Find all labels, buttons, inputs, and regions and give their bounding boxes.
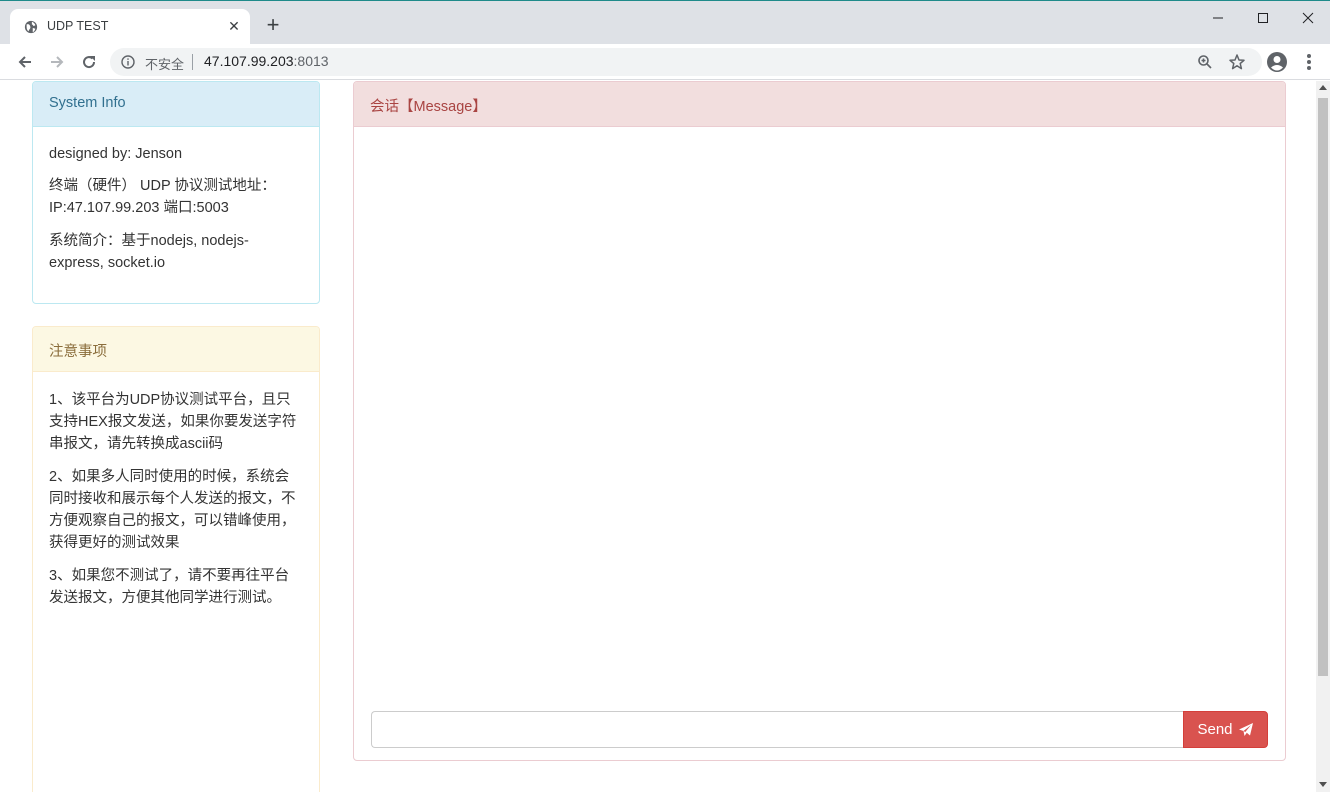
browser-menu-icon[interactable]	[1300, 52, 1318, 72]
notes-heading: 注意事项	[33, 327, 319, 372]
scrollbar-thumb[interactable]	[1318, 98, 1328, 676]
system-info-heading: System Info	[33, 82, 319, 127]
scroll-down-arrow-icon[interactable]	[1319, 782, 1327, 787]
udp-address-text: 终端（硬件） UDP 协议测试地址： IP:47.107.99.203 端口:5…	[49, 175, 303, 219]
info-icon[interactable]	[121, 55, 135, 69]
profile-icon[interactable]	[1266, 51, 1288, 73]
designed-by-text: designed by: Jenson	[49, 146, 183, 162]
new-tab-button[interactable]: +	[262, 14, 284, 37]
system-info-panel: System Info designed by: Jenson 终端（硬件） U…	[32, 81, 320, 304]
page-viewport: System Info designed by: Jenson 终端（硬件） U…	[0, 81, 1316, 792]
zoom-icon[interactable]	[1197, 54, 1213, 70]
scroll-up-arrow-icon[interactable]	[1319, 85, 1327, 90]
tab-close-icon[interactable]: ✕	[225, 17, 243, 35]
url-host: 47.107.99.203	[204, 53, 294, 69]
browser-toolbar: 不安全 47.107.99.203:8013	[0, 44, 1330, 80]
back-button[interactable]	[13, 50, 37, 74]
note-item: 1、该平台为UDP协议测试平台，且只支持HEX报文发送，如果你要发送字符串报文，…	[49, 392, 297, 452]
minimize-icon	[1213, 17, 1223, 19]
notes-body: 1、该平台为UDP协议测试平台，且只支持HEX报文发送，如果你要发送字符串报文，…	[33, 372, 319, 636]
system-info-body: designed by: Jenson 终端（硬件） UDP 协议测试地址： I…	[33, 127, 319, 301]
star-icon[interactable]	[1228, 53, 1246, 71]
message-heading: 会话【Message】	[354, 82, 1285, 127]
url-text[interactable]: 47.107.99.203:8013	[204, 53, 329, 69]
address-bar[interactable]: 不安全 47.107.99.203:8013	[110, 48, 1262, 76]
window-maximize-button[interactable]	[1240, 7, 1286, 29]
window-minimize-button[interactable]	[1195, 7, 1241, 29]
note-item: 3、如果您不测试了，请不要再往平台发送报文，方便其他同学进行测试。	[49, 568, 290, 606]
window-close-button[interactable]	[1285, 7, 1330, 29]
send-button-label: Send	[1197, 721, 1233, 738]
arrow-left-icon	[18, 56, 31, 68]
system-intro-text: 系统简介：基于nodejs, nodejs-express, socket.io	[49, 233, 249, 271]
notes-panel: 注意事项 1、该平台为UDP协议测试平台，且只支持HEX报文发送，如果你要发送字…	[32, 326, 320, 792]
globe-icon	[24, 20, 38, 34]
forward-button[interactable]	[45, 50, 69, 74]
reload-icon	[83, 56, 96, 69]
udp-address-value: IP:47.107.99.203 端口:5003	[49, 200, 229, 216]
message-panel: 会话【Message】 Send	[353, 81, 1286, 761]
security-label[interactable]: 不安全	[145, 54, 184, 73]
page-scrollbar[interactable]	[1316, 81, 1330, 792]
address-separator	[192, 54, 193, 70]
send-button[interactable]: Send	[1183, 711, 1268, 748]
reload-button[interactable]	[77, 50, 101, 74]
maximize-icon	[1258, 13, 1268, 23]
browser-tab[interactable]: UDP TEST ✕	[10, 9, 250, 45]
message-input[interactable]	[371, 711, 1184, 748]
udp-address-label: 终端（硬件） UDP 协议测试地址：	[49, 178, 276, 194]
paper-plane-icon	[1238, 722, 1253, 736]
browser-tabstrip: UDP TEST ✕ +	[0, 0, 1330, 45]
tab-title: UDP TEST	[47, 19, 109, 33]
note-item: 2、如果多人同时使用的时候，系统会同时接收和展示每个人发送的报文，不方便观察自己…	[49, 469, 296, 551]
close-icon	[1302, 12, 1314, 24]
url-port: :8013	[293, 53, 329, 69]
arrow-right-icon	[51, 56, 64, 68]
